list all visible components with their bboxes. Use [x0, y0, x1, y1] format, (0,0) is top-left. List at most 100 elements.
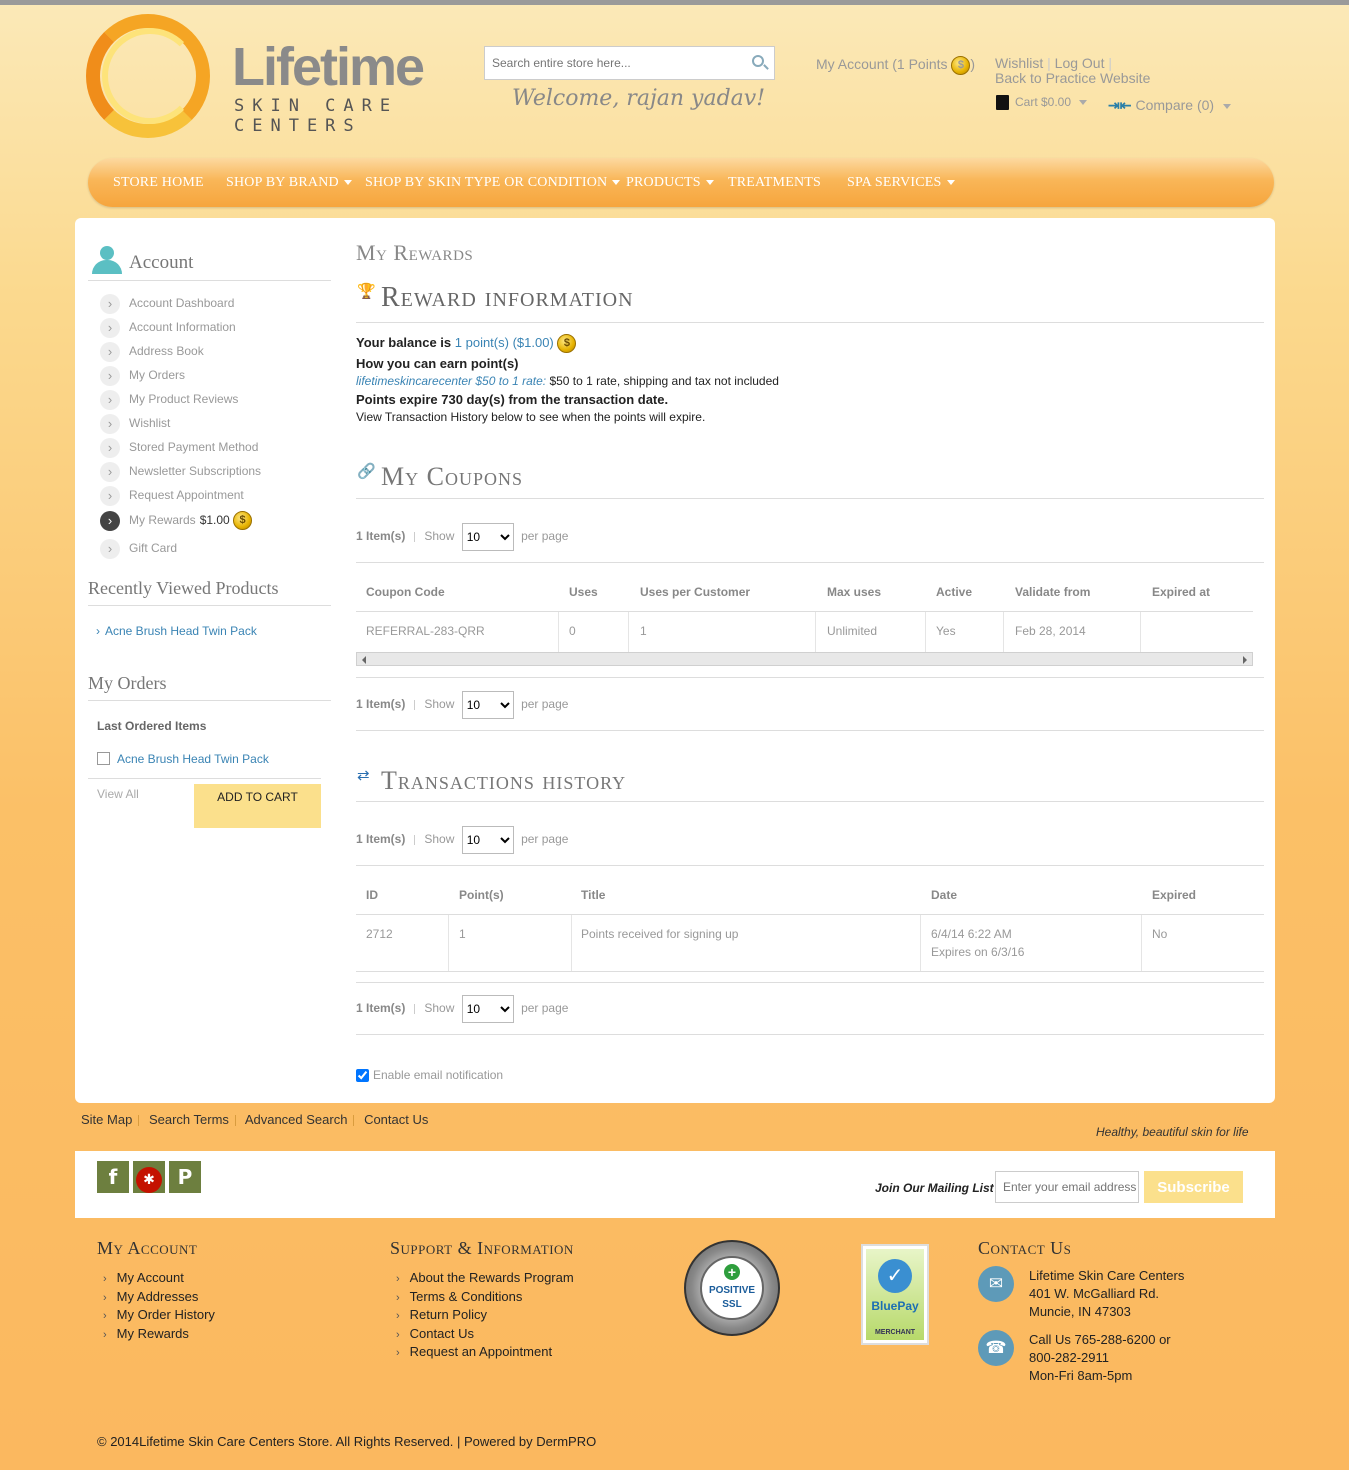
- coupons-pager-bottom: 1 Item(s) Show 10 per page: [356, 689, 568, 719]
- bluepay-merchant-badge[interactable]: ✓ BluePay MERCHANT: [861, 1244, 929, 1345]
- footer-link-rewards-program[interactable]: › About the Rewards Program: [396, 1270, 574, 1285]
- sidebar-item-account-information[interactable]: › Account Information: [100, 316, 236, 338]
- per-page-select[interactable]: 10: [461, 522, 514, 551]
- view-all-link[interactable]: View All: [97, 787, 139, 801]
- scroll-left-icon[interactable]: [362, 656, 366, 664]
- my-account-link[interactable]: My Account (1 Points: [816, 56, 948, 72]
- nav-products[interactable]: PRODUCTS: [626, 175, 714, 191]
- search-input[interactable]: [485, 47, 735, 79]
- footer-link-contact-us[interactable]: Contact Us: [364, 1112, 428, 1127]
- cart-dropdown[interactable]: Cart $0.00: [996, 95, 1088, 111]
- tx-expired-cell: No: [1152, 927, 1168, 941]
- cart-label: Cart $0.00: [1015, 95, 1072, 109]
- chevron-right-icon: ›: [100, 437, 120, 458]
- bluepay-merchant-text: MERCHANT: [874, 1329, 916, 1336]
- page-title: My Rewards: [356, 240, 474, 265]
- earn-rule-link[interactable]: lifetimeskincarecenter $50 to 1 rate:: [356, 374, 546, 388]
- wishlist-link[interactable]: Wishlist: [995, 55, 1043, 71]
- footer-link-support-contact[interactable]: › Contact Us: [396, 1326, 474, 1341]
- footer-link-my-rewards[interactable]: › My Rewards: [103, 1326, 189, 1341]
- trophy-icon: 🏆: [357, 283, 376, 300]
- chevron-right-icon: ›: [96, 624, 100, 638]
- coin-icon: $: [557, 334, 577, 353]
- sidebar-item-wishlist[interactable]: › Wishlist: [100, 412, 170, 434]
- facebook-icon[interactable]: f: [97, 1161, 129, 1193]
- divider: [356, 498, 1264, 499]
- contact-phone: Call Us 765-288-6200 or 800-282-2911 Mon-F…: [1029, 1332, 1171, 1383]
- back-to-practice-link[interactable]: Back to Practice Website: [995, 70, 1150, 86]
- footer-link-request-appointment[interactable]: › Request an Appointment: [396, 1344, 552, 1359]
- recently-viewed-item[interactable]: › Acne Brush Head Twin Pack: [96, 624, 257, 638]
- nav-treatments[interactable]: TREATMENTS: [728, 175, 821, 191]
- nav-spa-services[interactable]: SPA SERVICES: [847, 175, 955, 191]
- divider: [356, 1034, 1264, 1035]
- scroll-right-icon[interactable]: [1243, 656, 1247, 664]
- coupon-max-uses-cell: Unlimited: [827, 624, 878, 638]
- subscribe-button[interactable]: Subscribe: [1144, 1171, 1243, 1203]
- chevron-right-icon: ›: [100, 389, 120, 410]
- mailing-list-email-input[interactable]: [995, 1171, 1139, 1203]
- positive-ssl-seal[interactable]: + POSITIVE SSL: [684, 1240, 780, 1336]
- site-logo[interactable]: Lifetime SKIN CARE CENTERS: [86, 14, 446, 138]
- last-ordered-item-link[interactable]: Acne Brush Head Twin Pack: [117, 752, 269, 766]
- per-page-select[interactable]: 10: [461, 825, 514, 854]
- top-bar: [0, 0, 1349, 5]
- sidebar-item-newsletter[interactable]: › Newsletter Subscriptions: [100, 460, 261, 482]
- chevron-right-icon: ›: [100, 341, 120, 362]
- footer-link-search-terms[interactable]: Search Terms: [149, 1112, 229, 1127]
- divider: [356, 677, 1264, 678]
- sidebar-item-request-appointment[interactable]: › Request Appointment: [100, 484, 244, 506]
- chevron-right-icon: ›: [103, 1273, 107, 1285]
- chevron-down-icon: [1222, 103, 1231, 109]
- chevron-right-icon: ›: [396, 1273, 400, 1285]
- footer-link-site-map[interactable]: Site Map: [81, 1112, 132, 1127]
- divider: [88, 778, 321, 779]
- footer-link-my-order-history[interactable]: › My Order History: [103, 1307, 215, 1322]
- sidebar-item-stored-payment[interactable]: › Stored Payment Method: [100, 436, 258, 458]
- order-item-checkbox[interactable]: [97, 752, 110, 765]
- pinterest-icon[interactable]: P: [169, 1161, 201, 1193]
- sidebar-item-my-orders[interactable]: › My Orders: [100, 364, 185, 386]
- search-box: [484, 46, 775, 80]
- logout-link[interactable]: Log Out: [1055, 55, 1105, 71]
- column-divider: [1140, 612, 1141, 652]
- account-title: Account: [129, 252, 194, 273]
- divider: [88, 605, 331, 606]
- sidebar-item-gift-card[interactable]: › Gift Card: [100, 537, 177, 559]
- nav-shop-by-brand[interactable]: SHOP BY BRAND: [226, 175, 352, 191]
- compare-dropdown[interactable]: ⇥⇤ Compare (0): [1108, 97, 1231, 114]
- footer-link-advanced-search[interactable]: Advanced Search: [245, 1112, 348, 1127]
- footer-link-my-account[interactable]: › My Account: [103, 1270, 184, 1285]
- footer-link-terms[interactable]: › Terms & Conditions: [396, 1289, 522, 1304]
- coupon-active-cell: Yes: [936, 624, 956, 638]
- view-history-text: View Transaction History below to see wh…: [356, 410, 706, 424]
- coin-icon: $: [233, 511, 253, 531]
- coupon-uses-per-customer-cell: 1: [640, 624, 647, 638]
- nav-store-home[interactable]: STORE HOME: [113, 175, 204, 191]
- horizontal-scrollbar[interactable]: [356, 652, 1253, 666]
- add-to-cart-button[interactable]: ADD TO CART: [194, 784, 321, 828]
- email-notification-checkbox[interactable]: [356, 1069, 369, 1083]
- sidebar-item-account-dashboard[interactable]: › Account Dashboard: [100, 292, 234, 314]
- copyright: © 2014Lifetime Skin Care Centers Store. …: [97, 1434, 597, 1449]
- nav-shop-by-skin-type[interactable]: SHOP BY SKIN TYPE OR CONDITION: [365, 175, 621, 191]
- footer-link-my-addresses[interactable]: › My Addresses: [103, 1289, 198, 1304]
- yelp-icon[interactable]: ✱: [133, 1161, 165, 1193]
- coupons-pager-top: 1 Item(s) Show 10 per page: [356, 521, 568, 551]
- tagline: Healthy, beautiful skin for life: [1096, 1125, 1249, 1139]
- per-page-select[interactable]: 10: [461, 994, 514, 1023]
- chevron-down-icon: [946, 180, 955, 186]
- bluepay-badge-inner: ✓ BluePay MERCHANT: [866, 1249, 924, 1340]
- contact-address: Lifetime Skin Care Centers 401 W. McGalli…: [1029, 1268, 1185, 1319]
- sidebar-item-my-product-reviews[interactable]: › My Product Reviews: [100, 388, 238, 410]
- chevron-right-icon: ›: [100, 461, 120, 482]
- per-page-select[interactable]: 10: [461, 690, 514, 719]
- footer-link-return-policy[interactable]: › Return Policy: [396, 1307, 487, 1322]
- transactions-history-title: Transactions history: [381, 766, 627, 795]
- sidebar-item-my-rewards[interactable]: › My Rewards $1.00 $: [100, 509, 253, 531]
- tx-header-expired: Expired: [1152, 888, 1197, 902]
- chevron-down-icon: [343, 180, 352, 186]
- checkmark-icon: ✓: [878, 1259, 912, 1293]
- sidebar-item-address-book[interactable]: › Address Book: [100, 340, 204, 362]
- search-icon[interactable]: [752, 55, 764, 67]
